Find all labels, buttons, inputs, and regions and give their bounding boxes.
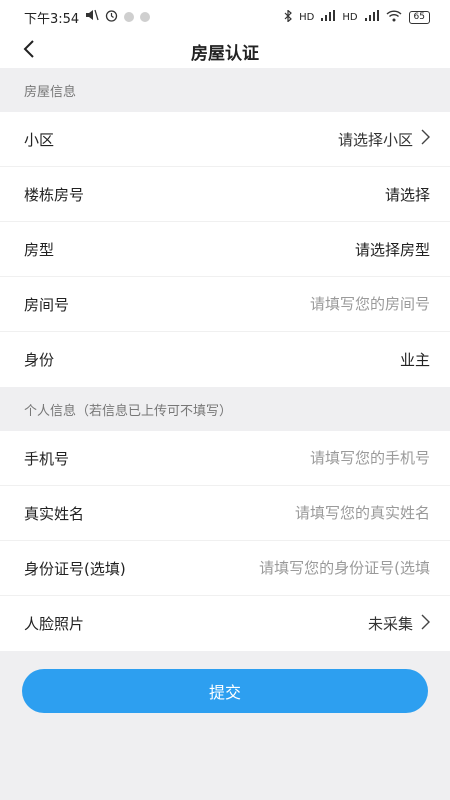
community-value: 请选择小区 xyxy=(337,130,413,149)
status-bar: 下午3:54 HD HD 65 xyxy=(0,0,450,34)
building-row[interactable]: 楼栋房号 请选择 xyxy=(0,167,450,222)
community-value-group: 请选择小区 xyxy=(338,129,430,150)
identity-row[interactable]: 身份 业主 xyxy=(0,332,450,387)
personal-info-list: 手机号 真实姓名 身份证号(选填) 人脸照片 未采集 xyxy=(0,431,450,651)
house-type-row[interactable]: 房型 请选择房型 xyxy=(0,222,450,277)
phone-row: 手机号 xyxy=(0,431,450,486)
building-label: 楼栋房号 xyxy=(24,185,85,204)
room-no-input[interactable] xyxy=(230,295,430,313)
phone-label: 手机号 xyxy=(24,449,70,468)
id-no-label: 身份证号(选填) xyxy=(24,559,126,578)
room-no-label: 房间号 xyxy=(24,295,70,314)
building-value: 请选择 xyxy=(384,185,430,204)
wifi-icon xyxy=(386,9,402,25)
community-label: 小区 xyxy=(24,130,55,149)
alarm-icon xyxy=(105,9,118,26)
house-type-label: 房型 xyxy=(24,240,55,259)
name-row: 真实姓名 xyxy=(0,486,450,541)
network-label-1: HD xyxy=(299,11,315,23)
section-header-house: 房屋信息 xyxy=(0,68,450,112)
house-info-list: 小区 请选择小区 楼栋房号 请选择 房型 请选择房型 房间号 身份 业主 xyxy=(0,112,450,387)
back-button[interactable] xyxy=(14,34,44,68)
status-time: 下午3:54 xyxy=(24,11,80,27)
house-type-value: 请选择房型 xyxy=(354,240,430,259)
identity-label: 身份 xyxy=(24,351,55,369)
bluetooth-icon xyxy=(284,8,292,25)
id-no-input[interactable] xyxy=(230,559,430,577)
status-right: HD HD 65 xyxy=(284,8,430,25)
chevron-right-icon xyxy=(421,614,430,634)
page-title: 房屋认证 xyxy=(191,43,259,64)
submit-area: 提交 xyxy=(0,651,450,713)
signal-icon-2 xyxy=(364,10,379,24)
face-photo-value-group: 未采集 xyxy=(368,613,430,634)
identity-value: 业主 xyxy=(399,351,430,369)
network-label-2: HD xyxy=(342,11,358,23)
signal-icon xyxy=(321,10,336,24)
section-header-personal: 个人信息（若信息已上传可不填写） xyxy=(0,387,450,431)
id-no-row: 身份证号(选填) xyxy=(0,541,450,596)
status-left: 下午3:54 xyxy=(24,8,151,27)
name-input[interactable] xyxy=(230,504,430,522)
mute-icon xyxy=(85,9,99,25)
notification-app-icon-2 xyxy=(140,12,151,22)
phone-input[interactable] xyxy=(230,449,430,467)
chevron-right-icon xyxy=(421,129,430,149)
face-photo-value: 未采集 xyxy=(367,615,413,633)
submit-button[interactable]: 提交 xyxy=(22,669,428,713)
notification-app-icon xyxy=(124,12,135,22)
battery-icon: 65 xyxy=(408,10,430,24)
community-row[interactable]: 小区 请选择小区 xyxy=(0,112,450,167)
face-photo-row[interactable]: 人脸照片 未采集 xyxy=(0,596,450,651)
room-no-row: 房间号 xyxy=(0,277,450,332)
name-label: 真实姓名 xyxy=(24,504,85,523)
nav-bar: 房屋认证 xyxy=(0,34,450,68)
face-photo-label: 人脸照片 xyxy=(24,615,85,633)
chevron-left-icon xyxy=(23,40,35,62)
